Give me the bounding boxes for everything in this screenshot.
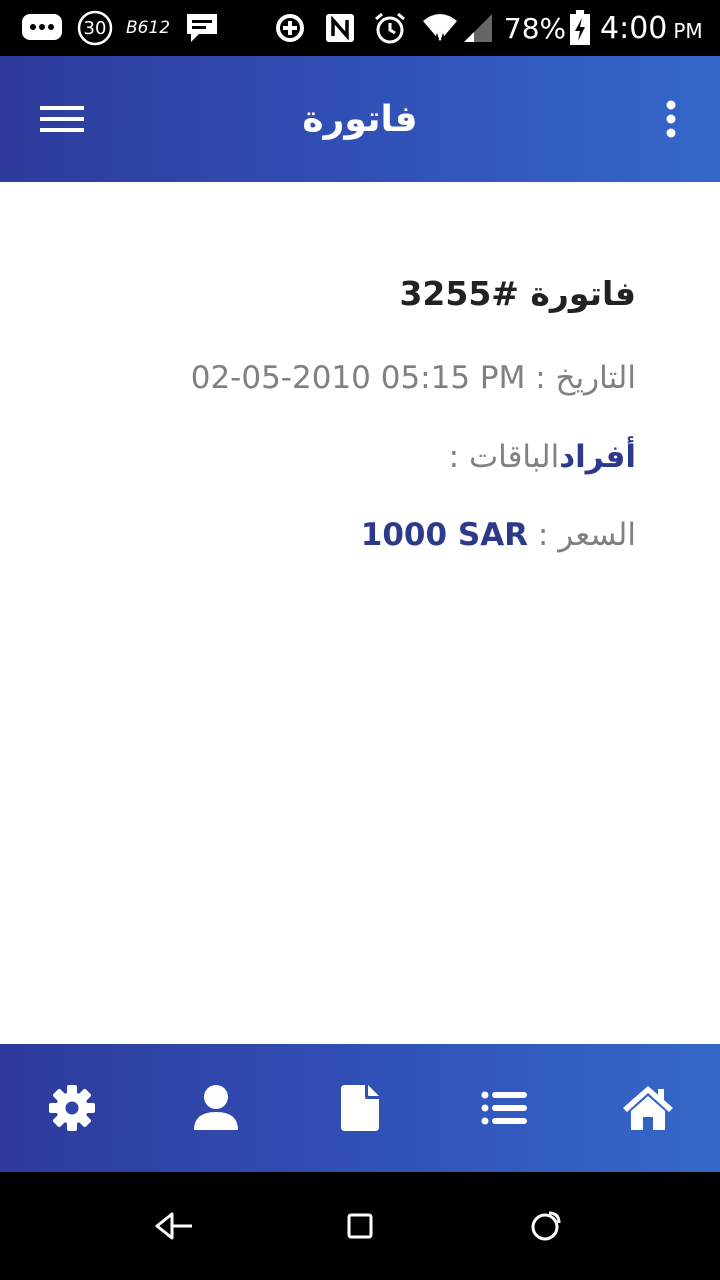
clock-time: 4:00: [600, 10, 668, 46]
alarm-icon: [372, 0, 408, 56]
battery-percent: 78%: [504, 0, 566, 56]
nav-invoices[interactable]: [310, 1044, 410, 1172]
status-bar: 30 B612 78% 4:00 PM: [0, 0, 720, 56]
nfc-icon: [322, 0, 358, 56]
nav-settings[interactable]: [22, 1044, 122, 1172]
invoice-package-row: أفرادالباقات :: [449, 439, 636, 475]
app-bar-title: فاتورة: [302, 98, 418, 140]
chat-icon: [184, 0, 220, 56]
price-label: السعر :: [528, 517, 636, 553]
app-bar: فاتورة: [0, 56, 720, 182]
package-value: أفراد: [559, 439, 636, 475]
clock-ampm: PM: [673, 19, 703, 43]
back-arrow-icon: [155, 1212, 192, 1240]
wifi-icon: [420, 0, 460, 56]
price-value: 1000 SAR: [360, 517, 529, 553]
b612-icon: B612: [125, 0, 171, 56]
more-vertical-icon: [666, 100, 676, 138]
overflow-menu-button[interactable]: [646, 94, 696, 144]
signal-icon: [460, 0, 496, 56]
back-button[interactable]: [144, 1196, 204, 1256]
user-icon: [194, 1085, 238, 1130]
invoice-details: فاتورة #3255 التاريخ : 02-05-2010 05:15 …: [0, 182, 720, 1044]
clock: 4:00 PM: [600, 0, 708, 56]
notification-30-text: 30: [83, 17, 107, 39]
date-value: 02-05-2010 05:15 PM: [190, 360, 526, 396]
home-icon: [623, 1086, 673, 1130]
messages-icon: [20, 0, 64, 56]
nav-home[interactable]: [598, 1044, 698, 1172]
calendar-notification-icon: 30: [76, 0, 114, 56]
nav-profile[interactable]: [166, 1044, 266, 1172]
invoice-heading: فاتورة #3255: [399, 274, 636, 313]
battery-charging-icon: [566, 0, 594, 56]
package-label: الباقات :: [448, 439, 560, 475]
system-navigation-bar: [0, 1172, 720, 1280]
b612-text: B612: [125, 18, 171, 38]
data-saver-icon: [272, 0, 308, 56]
bottom-navigation: [0, 1044, 720, 1172]
document-icon: [341, 1085, 379, 1131]
settings-icon: [49, 1085, 95, 1131]
recents-button[interactable]: [330, 1196, 390, 1256]
list-icon: [481, 1091, 527, 1125]
battery-percent-text: 78%: [503, 11, 567, 45]
invoice-price-row: السعر : 1000 SAR: [361, 517, 636, 553]
nav-list[interactable]: [454, 1044, 554, 1172]
invoice-date-row: التاريخ : 02-05-2010 05:15 PM: [191, 360, 636, 396]
home-system-button[interactable]: [516, 1196, 576, 1256]
circle-home-icon: [531, 1211, 561, 1241]
date-label: التاريخ :: [525, 360, 636, 396]
square-icon: [347, 1213, 373, 1239]
